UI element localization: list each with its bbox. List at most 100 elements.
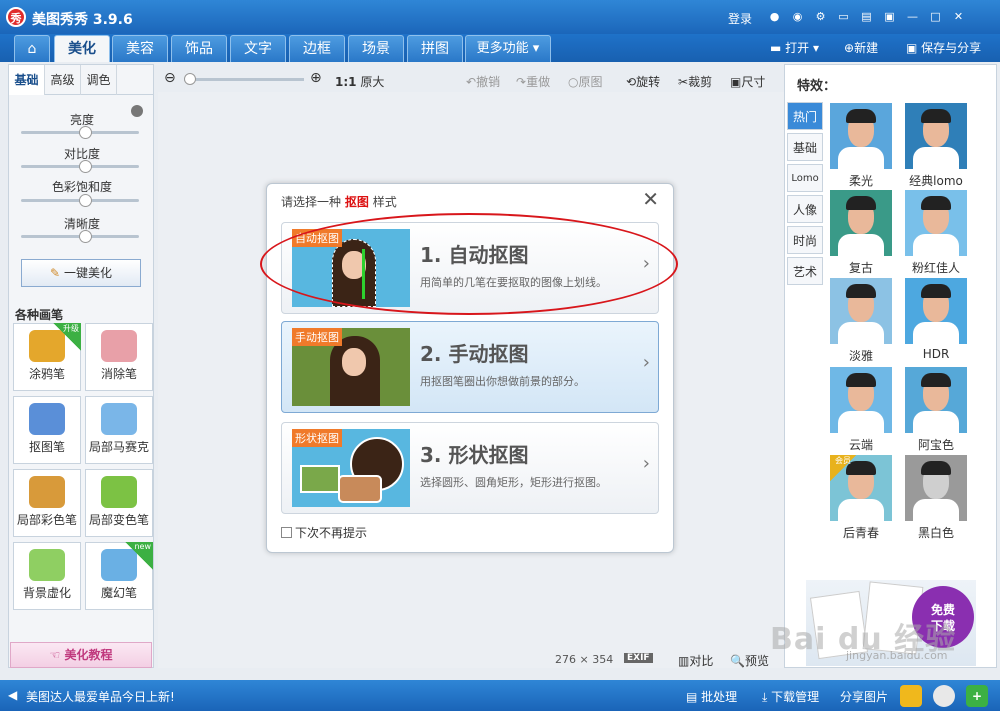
menu-icon[interactable]: ▣ [881, 9, 898, 24]
effect-hdr[interactable]: HDR [905, 278, 967, 361]
manual-cutout-thumbnail: 手动抠图 [292, 328, 410, 406]
effect-abao[interactable]: 阿宝色 [905, 367, 967, 453]
category-basic[interactable]: 基础 [787, 133, 823, 161]
tab-scene[interactable]: 场景 [348, 35, 404, 62]
saturation-slider[interactable] [21, 194, 139, 207]
color-brush-icon [29, 476, 65, 508]
category-hot[interactable]: 热门 [787, 102, 823, 130]
manual-cutout-title: 2. 手动抠图 [420, 342, 529, 366]
settings-icon[interactable]: ⚙ [812, 9, 829, 24]
dialog-title: 请选择一种 抠图 样式 [281, 195, 397, 209]
effect-youth[interactable]: 会员 后青春 [830, 455, 892, 541]
upgrade-badge: 升级 [53, 323, 81, 351]
login-link[interactable]: 登录 [728, 10, 752, 27]
wand-icon: ✎ [50, 266, 61, 280]
effect-black-white[interactable]: 黑白色 [905, 455, 967, 541]
compare-button[interactable]: ▥对比 [678, 652, 713, 669]
open-button[interactable]: ▬ 打开 ▾ [770, 38, 819, 58]
share-image-button[interactable]: 分享图片 [840, 688, 888, 705]
effect-elegant[interactable]: 淡雅 [830, 278, 892, 364]
actual-size-button[interactable]: 1:1 原大 [335, 73, 384, 90]
status-message[interactable]: 美图达人最爱单品今日上新! [26, 688, 175, 705]
zoom-out-icon[interactable]: ⊖ [164, 70, 176, 86]
effects-title: 特效： [797, 79, 837, 94]
chevron-right-icon: › [642, 453, 650, 474]
effect-cloud[interactable]: 云端 [830, 367, 892, 453]
cutout-pen-icon [29, 403, 65, 435]
new-button[interactable]: ⊕新建 [844, 38, 878, 58]
qq-icon[interactable]: ● [766, 9, 783, 24]
shape-cutout-thumbnail: 形状抠图 [292, 429, 410, 507]
category-fashion[interactable]: 时尚 [787, 226, 823, 254]
eraser-icon [101, 330, 137, 362]
effect-pink-lady[interactable]: 粉红佳人 [905, 190, 967, 276]
add-icon[interactable]: + [966, 685, 988, 707]
batch-button[interactable]: ▤ 批处理 [686, 688, 737, 705]
crop-button[interactable]: ✂裁剪 [678, 73, 712, 90]
category-lomo[interactable]: Lomo [787, 164, 823, 192]
title-bar: 秀 美图秀秀 3.9.6 登录 ● ◉ ⚙ ▭ ▤ ▣ — □ ✕ [0, 0, 1000, 36]
subtab-basic[interactable]: 基础 [9, 65, 45, 95]
undo-button[interactable]: ↶撤销 [466, 73, 500, 90]
subtab-color[interactable]: 调色 [81, 65, 117, 95]
brush-graffiti[interactable]: 涂鸦笔 升级 [13, 323, 81, 391]
blur-icon [29, 549, 65, 581]
mosaic-icon [101, 403, 137, 435]
contrast-slider[interactable] [21, 160, 139, 173]
option-manual-cutout[interactable]: 手动抠图 2. 手动抠图 用抠图笔圈出你想做前景的部分。 › [281, 321, 659, 413]
one-click-beautify-button[interactable]: ✎ 一键美化 [21, 259, 141, 287]
chevron-right-icon: › [642, 352, 650, 373]
zoom-in-icon[interactable]: ⊕ [310, 70, 322, 86]
minimize-icon[interactable]: — [904, 9, 921, 24]
effect-soft-light[interactable]: 柔光 [830, 103, 892, 189]
brush-mosaic[interactable]: 局部马赛克 [85, 396, 153, 464]
resize-button[interactable]: ▣尺寸 [730, 73, 765, 90]
option-shape-cutout[interactable]: 形状抠图 3. 形状抠图 选择圆形、圆角矩形，矩形进行抠图。 › [281, 422, 659, 514]
brightness-slider[interactable] [21, 126, 139, 139]
save-share-button[interactable]: ▣ 保存与分享 [906, 38, 981, 58]
dont-show-again-checkbox[interactable]: 下次不再提示 [281, 524, 367, 541]
tab-frame[interactable]: 边框 [289, 35, 345, 62]
brush-eraser[interactable]: 消除笔 [85, 323, 153, 391]
tab-more[interactable]: 更多功能 ▾ [465, 35, 551, 62]
brush-cutout[interactable]: 抠图笔 [13, 396, 81, 464]
brush-background-blur[interactable]: 背景虚化 [13, 542, 81, 610]
zoom-slider[interactable] [184, 73, 304, 85]
close-icon[interactable]: ✕ [950, 9, 967, 24]
watermark-url: jingyan.baidu.com [846, 649, 948, 662]
brush-partial-color[interactable]: 局部彩色笔 [13, 469, 81, 537]
sharpness-slider[interactable] [21, 230, 139, 243]
maximize-icon[interactable]: □ [927, 9, 944, 24]
redo-button[interactable]: ↷重做 [516, 73, 550, 90]
category-art[interactable]: 艺术 [787, 257, 823, 285]
weibo-icon[interactable]: ◉ [789, 9, 806, 24]
beautify-tutorial-button[interactable]: ☜ 美化教程 [10, 642, 152, 668]
effect-classic-lomo[interactable]: 经典lomo [905, 103, 967, 189]
home-tab[interactable]: ⌂ [14, 35, 50, 62]
vip-badge: 会员 [830, 455, 856, 481]
tab-accessories[interactable]: 饰品 [171, 35, 227, 62]
message-icon[interactable]: ▤ [858, 9, 875, 24]
tab-face[interactable]: 美容 [112, 35, 168, 62]
brush-recolor[interactable]: 局部变色笔 [85, 469, 153, 537]
app-title: 美图秀秀 3.9.6 [32, 12, 133, 28]
app-logo: 秀 [6, 7, 26, 27]
tab-collage[interactable]: 拼图 [407, 35, 463, 62]
hand-icon: ☜ [49, 648, 61, 662]
category-portrait[interactable]: 人像 [787, 195, 823, 223]
original-button[interactable]: ○原图 [568, 73, 603, 90]
skin-icon[interactable]: ▭ [835, 9, 852, 24]
effect-retro[interactable]: 复古 [830, 190, 892, 276]
new-badge: new [125, 542, 153, 570]
weibo-icon[interactable] [933, 685, 955, 707]
exif-button[interactable]: EXIF [624, 653, 653, 663]
rotate-button[interactable]: ⟲旋转 [626, 73, 660, 90]
download-manager-button[interactable]: ⤓ 下载管理 [762, 688, 819, 705]
tab-beautify[interactable]: 美化 [54, 35, 110, 62]
star-icon[interactable] [900, 685, 922, 707]
dialog-close-icon[interactable]: ✕ [642, 187, 659, 211]
brush-magic[interactable]: 魔幻笔 new [85, 542, 153, 610]
preview-button[interactable]: 🔍预览 [730, 652, 769, 669]
subtab-advanced[interactable]: 高级 [45, 65, 81, 95]
tab-text[interactable]: 文字 [230, 35, 286, 62]
